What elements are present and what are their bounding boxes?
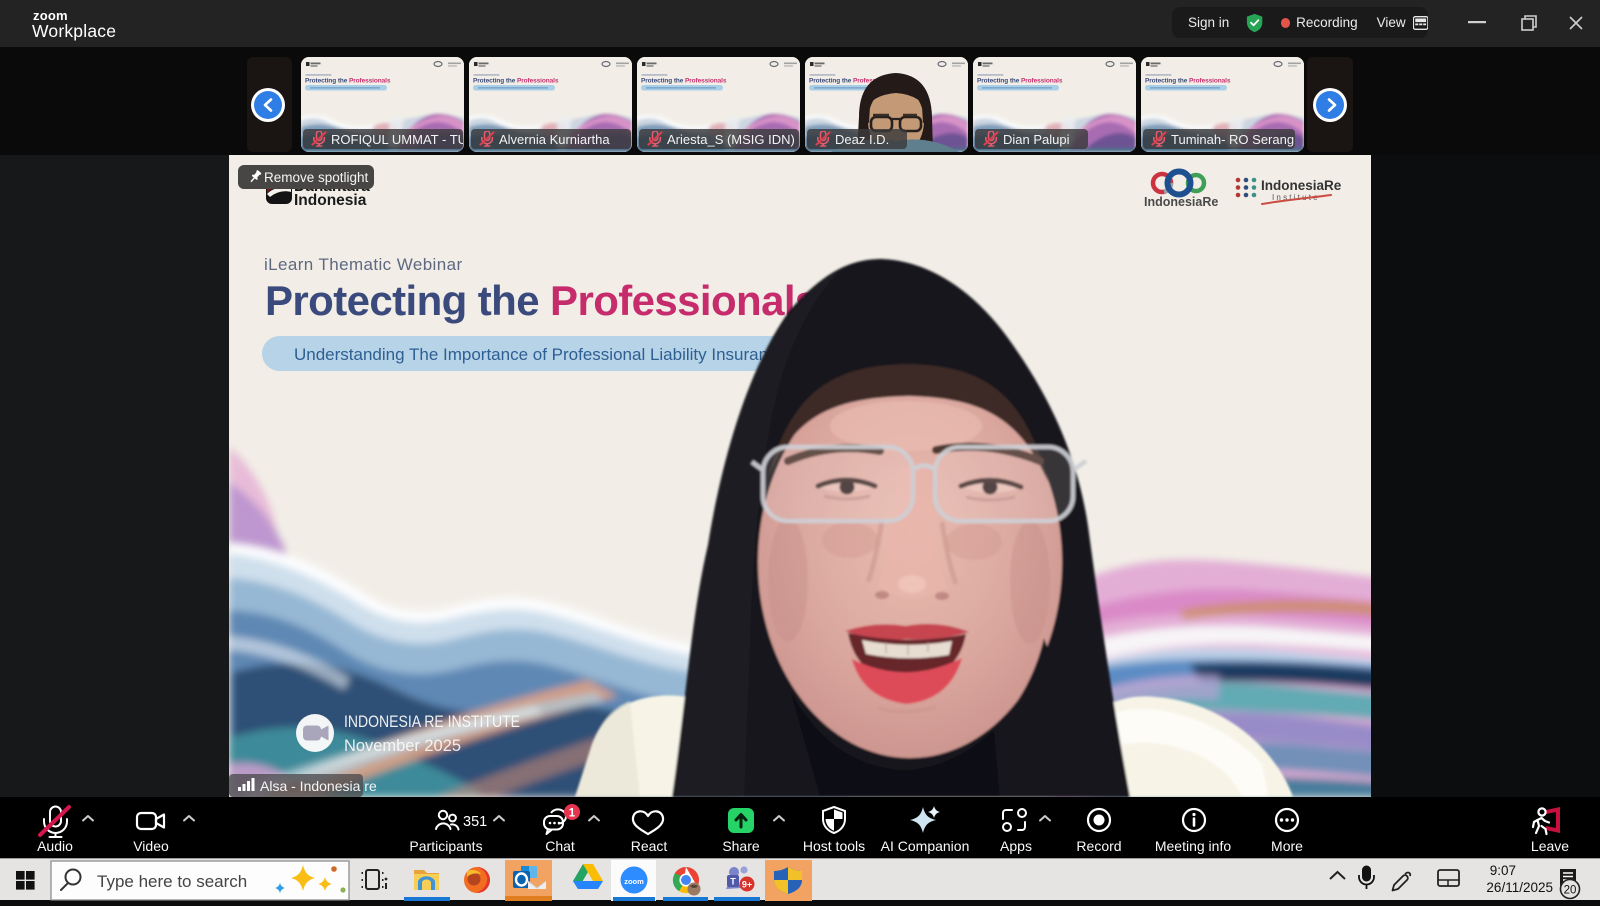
svg-text:Apps: Apps — [1000, 838, 1032, 854]
svg-text:26/11/2025: 26/11/2025 — [1486, 880, 1553, 895]
svg-text:IndonesiaRe: IndonesiaRe — [1144, 195, 1218, 209]
svg-text:Indonesia: Indonesia — [294, 192, 367, 209]
svg-text:T: T — [730, 877, 736, 887]
svg-text:1: 1 — [569, 808, 576, 820]
svg-text:Meeting info: Meeting info — [1155, 838, 1231, 854]
svg-text:9:07: 9:07 — [1490, 863, 1516, 878]
svg-text:Record: Record — [1076, 838, 1121, 854]
svg-text:Share: Share — [722, 838, 760, 854]
svg-text:Video: Video — [133, 838, 169, 854]
svg-text:Host tools: Host tools — [803, 838, 865, 854]
svg-text:Understanding The Importance o: Understanding The Importance of Professi… — [294, 345, 786, 364]
svg-text:Type here to search: Type here to search — [97, 872, 247, 891]
svg-text:iLearn Thematic Webinar: iLearn Thematic Webinar — [264, 255, 463, 274]
svg-text:Alsa - Indonesia re: Alsa - Indonesia re — [260, 778, 377, 794]
svg-text:20: 20 — [1564, 885, 1577, 897]
svg-text:Protecting the Professionals: Protecting the Professionals — [265, 277, 818, 324]
svg-text:zoom: zoom — [624, 877, 644, 886]
svg-text:AI Companion: AI Companion — [881, 838, 970, 854]
svg-text:9+: 9+ — [742, 880, 752, 890]
svg-text:IndonesiaRe: IndonesiaRe — [1261, 178, 1342, 193]
svg-text:November 2025: November 2025 — [344, 737, 461, 755]
svg-text:More: More — [1271, 838, 1303, 854]
svg-text:React: React — [631, 838, 668, 854]
svg-text:Leave: Leave — [1531, 838, 1569, 854]
svg-text:Chat: Chat — [545, 838, 575, 854]
svg-text:INDONESIA RE INSTITUTE: INDONESIA RE INSTITUTE — [344, 713, 520, 731]
svg-text:Remove spotlight: Remove spotlight — [264, 170, 369, 185]
svg-text:Audio: Audio — [37, 838, 73, 854]
svg-text:351: 351 — [463, 814, 487, 830]
svg-text:Participants: Participants — [409, 838, 482, 854]
